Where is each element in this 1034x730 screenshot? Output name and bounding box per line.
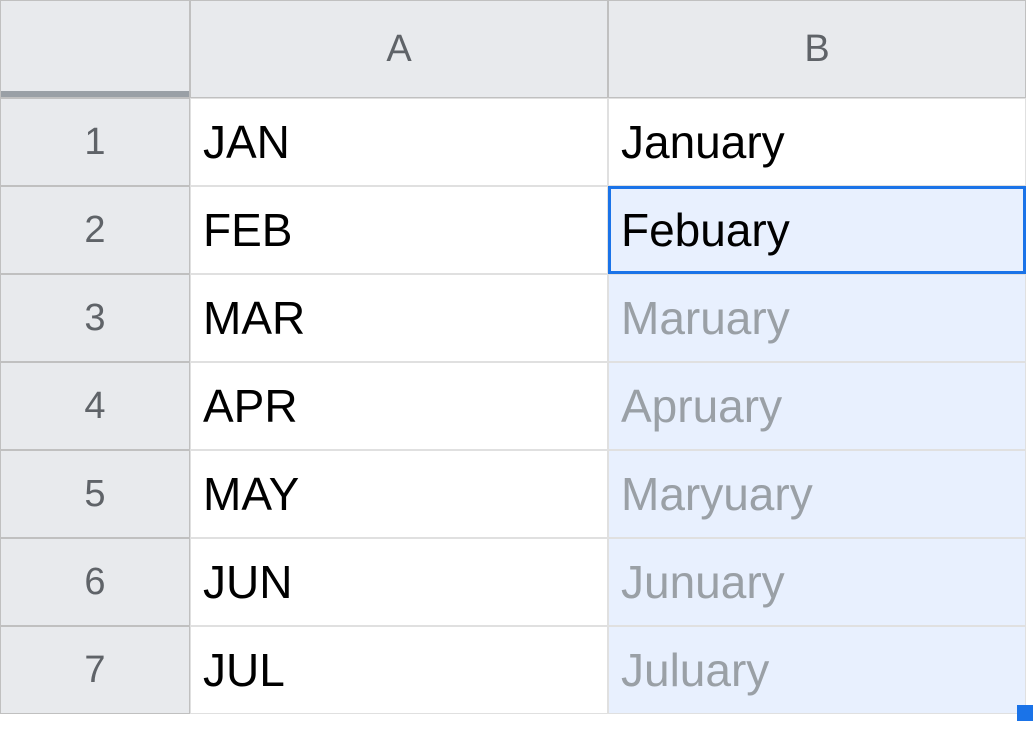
cell-b4-suggestion[interactable]: Apruary [608, 362, 1026, 450]
cell-b5-suggestion[interactable]: Maryuary [608, 450, 1026, 538]
row-header-4[interactable]: 4 [0, 362, 190, 450]
cell-a3[interactable]: MAR [190, 274, 608, 362]
corner-select-all[interactable] [0, 0, 190, 98]
cell-b7-value: Juluary [621, 643, 769, 697]
row-header-5[interactable]: 5 [0, 450, 190, 538]
column-header-b[interactable]: B [608, 0, 1026, 98]
column-header-a[interactable]: A [190, 0, 608, 98]
row-header-1[interactable]: 1 [0, 98, 190, 186]
cell-b3-suggestion[interactable]: Maruary [608, 274, 1026, 362]
cell-a1[interactable]: JAN [190, 98, 608, 186]
row-header-3[interactable]: 3 [0, 274, 190, 362]
cell-a4[interactable]: APR [190, 362, 608, 450]
cell-b2-active[interactable]: Febuary [608, 186, 1026, 274]
cell-a5[interactable]: MAY [190, 450, 608, 538]
row-header-6[interactable]: 6 [0, 538, 190, 626]
cell-b1[interactable]: January [608, 98, 1026, 186]
row-header-7[interactable]: 7 [0, 626, 190, 714]
cell-a6[interactable]: JUN [190, 538, 608, 626]
row-header-2[interactable]: 2 [0, 186, 190, 274]
fill-handle[interactable] [1017, 705, 1033, 721]
cell-b6-suggestion[interactable]: Junuary [608, 538, 1026, 626]
spreadsheet-grid[interactable]: A B 1 JAN January 2 FEB Febuary 3 MAR Ma… [0, 0, 1034, 714]
cell-b7-suggestion[interactable]: Juluary [608, 626, 1026, 714]
cell-b2-value: Febuary [621, 203, 790, 257]
cell-a7[interactable]: JUL [190, 626, 608, 714]
cell-a2[interactable]: FEB [190, 186, 608, 274]
